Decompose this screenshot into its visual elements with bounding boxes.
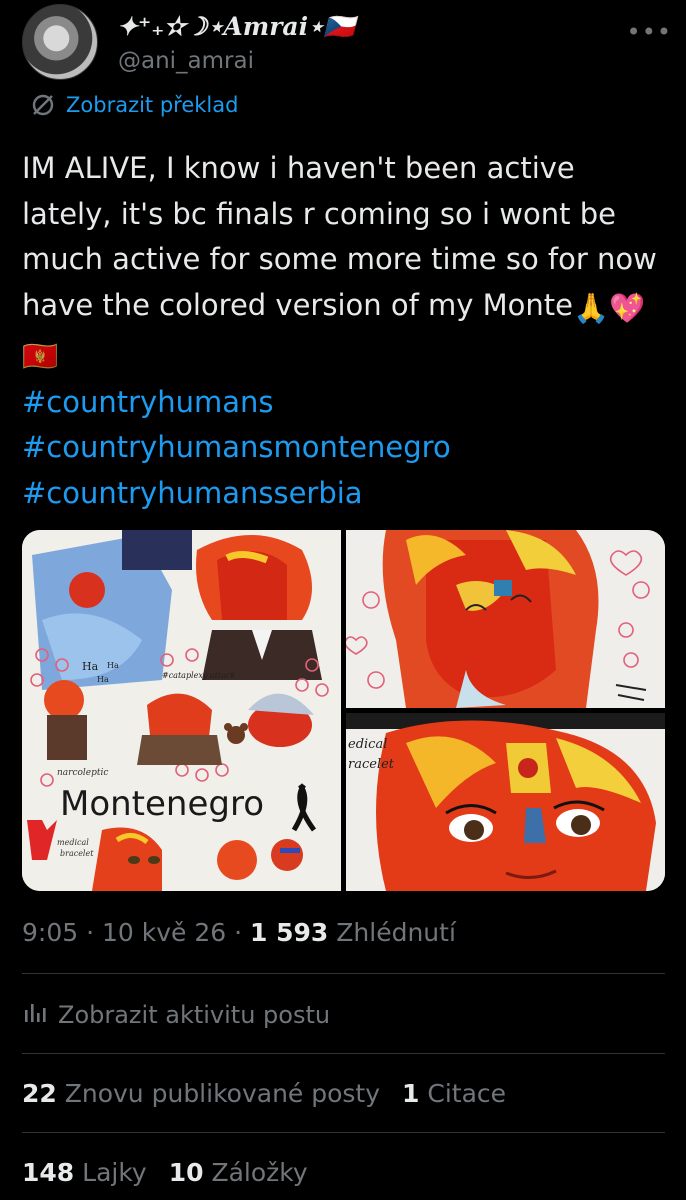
views-count: 1 593 xyxy=(250,918,329,947)
cataplexy-text: #cataplexy attack xyxy=(162,671,235,680)
likes-count: 148 xyxy=(22,1158,75,1187)
reposts-label: Znovu publikované posty xyxy=(64,1079,381,1108)
media-image-2[interactable] xyxy=(346,530,665,708)
divider xyxy=(22,1132,665,1133)
hashtag-link[interactable]: #countryhumans xyxy=(22,380,662,426)
divider xyxy=(22,1053,665,1054)
reposts-count: 22 xyxy=(22,1079,57,1108)
likes-stat[interactable]: 148 Lajky xyxy=(22,1158,147,1187)
media-grid: Ha Ha Ha #cataplexy attack narcoleptic M… xyxy=(22,530,665,891)
quotes-count: 1 xyxy=(402,1079,420,1108)
tweet-time[interactable]: 9:05 xyxy=(22,918,78,947)
medical-text: medical xyxy=(57,838,89,847)
montenegro-flag-emoji: 🇲🇪 xyxy=(22,339,59,373)
bracelet-text: bracelet xyxy=(60,849,94,858)
view-activity-button[interactable]: Zobrazit aktivitu postu xyxy=(22,1000,330,1030)
likes-label: Lajky xyxy=(82,1158,147,1187)
reposts-stat[interactable]: 22 Znovu publikované posty xyxy=(22,1079,380,1108)
activity-label: Zobrazit aktivitu postu xyxy=(58,1001,331,1029)
tweet-meta: 9:05 · 10 kvě 26 · 1 593 Zhlédnutí xyxy=(22,918,456,947)
quotes-stat[interactable]: 1 Citace xyxy=(402,1079,506,1108)
translate-icon xyxy=(30,92,56,118)
medical-text: edical xyxy=(348,737,387,752)
narcoleptic-text: narcoleptic xyxy=(57,768,108,778)
meta-separator: · xyxy=(86,918,95,947)
translate-link[interactable]: Zobrazit překlad xyxy=(30,92,238,118)
tweet-body-text: IM ALIVE, I know i haven't been active l… xyxy=(22,151,657,322)
hashtag-link[interactable]: #countryhumansmontenegro xyxy=(22,425,662,471)
media-image-1[interactable]: Ha Ha Ha #cataplexy attack narcoleptic M… xyxy=(22,530,341,891)
media-image-3[interactable]: edical racelet xyxy=(346,713,665,891)
more-options-icon[interactable]: ••• xyxy=(627,18,672,46)
heart-emoji: 💖 xyxy=(609,290,646,325)
bookmarks-stat[interactable]: 10 Záložky xyxy=(169,1158,308,1187)
tweet-date[interactable]: 10 kvě 26 xyxy=(102,918,226,947)
bookmarks-label: Záložky xyxy=(211,1158,308,1187)
display-name[interactable]: ✦⁺₊✫☽⋆Amrai⋆🇨🇿 xyxy=(117,12,355,42)
tweet-text: IM ALIVE, I know i haven't been active l… xyxy=(22,146,662,516)
analytics-icon xyxy=(22,1000,48,1030)
ha-text-2: Ha xyxy=(107,661,119,670)
tweet-header: ✦⁺₊✫☽⋆Amrai⋆🇨🇿 @ani_amrai ••• xyxy=(22,4,672,82)
montenegro-text: Montenegro xyxy=(60,784,264,824)
translate-label: Zobrazit překlad xyxy=(66,93,239,117)
tweet-body: IM ALIVE, I know i haven't been active l… xyxy=(22,146,662,380)
pray-emoji: 🙏 xyxy=(573,290,610,325)
avatar[interactable] xyxy=(22,4,98,80)
ha-text-1: Ha xyxy=(82,660,99,673)
engagement-stats: 22 Znovu publikované posty 1 Citace xyxy=(22,1079,506,1108)
hashtag-link[interactable]: #countryhumansserbia xyxy=(22,471,662,517)
engagement-stats: 148 Lajky 10 Záložky xyxy=(22,1158,308,1187)
user-handle[interactable]: @ani_amrai xyxy=(118,48,254,74)
quotes-label: Citace xyxy=(427,1079,507,1108)
bookmarks-count: 10 xyxy=(168,1158,204,1187)
meta-separator: · xyxy=(234,918,243,947)
bracelet-text: racelet xyxy=(348,757,395,772)
views-label: Zhlédnutí xyxy=(336,918,456,947)
ha-text-3: Ha xyxy=(97,675,109,684)
divider xyxy=(22,973,665,974)
